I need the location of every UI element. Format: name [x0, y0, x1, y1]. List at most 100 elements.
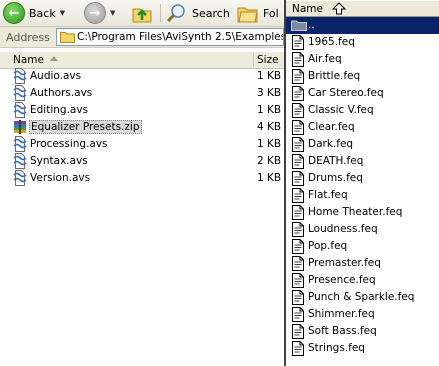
preset-file-name: Air.feq — [308, 53, 342, 65]
preset-file-row[interactable]: Presence.feq — [286, 272, 439, 289]
explorer-toolbar: ← Back ▼ → ▼ Search Fol — [0, 0, 284, 27]
column-name[interactable]: Name — [13, 54, 44, 66]
document-icon — [292, 52, 304, 67]
document-icon — [292, 188, 304, 203]
preset-file-name: Premaster.feq — [308, 257, 381, 269]
address-path: C:\Program Files\AviSynth 2.5\Examples — [77, 31, 284, 43]
file-size: 1 KB — [257, 70, 282, 82]
document-icon — [292, 120, 304, 135]
file-name: Authors.avs — [30, 87, 93, 99]
up-folder-button[interactable] — [131, 2, 153, 24]
explorer-window: ← Back ▼ → ▼ Search Fol Address C:\Progr… — [0, 0, 284, 366]
preset-file-name: Shimmer.feq — [308, 308, 375, 320]
avs-script-icon — [13, 102, 27, 118]
preset-file-row[interactable]: Home Theater.feq — [286, 204, 439, 221]
file-row[interactable]: Equalizer Presets.zip 4 KB — [0, 119, 284, 136]
file-row[interactable]: Audio.avs 1 KB — [0, 68, 284, 85]
address-label: Address — [6, 31, 50, 44]
preset-file-name: Drums.feq — [308, 172, 363, 184]
document-icon — [292, 137, 304, 152]
preset-file-row[interactable]: Brittle.feq — [286, 68, 439, 85]
parent-directory-label: .. — [308, 19, 315, 31]
document-icon — [292, 154, 304, 169]
preset-file-name: Clear.feq — [308, 121, 355, 133]
preset-file-row[interactable]: Classic V.feq — [286, 102, 439, 119]
preset-file-row[interactable]: Soft Bass.feq — [286, 323, 439, 340]
file-size: 3 KB — [257, 87, 282, 99]
document-icon — [292, 171, 304, 186]
preset-file-name: Brittle.feq — [308, 70, 361, 82]
forward-dropdown-icon[interactable]: ▼ — [110, 9, 115, 17]
preset-file-name: Punch & Sparkle.feq — [308, 291, 415, 303]
back-arrow-icon: ← — [3, 2, 25, 24]
file-size: 1 KB — [257, 172, 282, 184]
preset-file-name: 1965.feq — [308, 36, 355, 48]
file-row[interactable]: Syntax.avs 2 KB — [0, 153, 284, 170]
document-icon — [292, 290, 304, 305]
preset-file-row[interactable]: Strings.feq — [286, 340, 439, 357]
avs-script-icon — [13, 68, 27, 84]
back-button[interactable]: ← Back ▼ — [3, 2, 65, 24]
document-icon — [292, 341, 304, 356]
file-size: 2 KB — [257, 155, 282, 167]
document-icon — [292, 205, 304, 220]
file-name: Equalizer Presets.zip — [29, 120, 142, 134]
preset-file-row[interactable]: Loudness.feq — [286, 221, 439, 238]
forward-arrow-icon: → — [84, 2, 106, 24]
file-size: 4 KB — [257, 121, 282, 133]
file-row[interactable]: Editing.avs 1 KB — [0, 102, 284, 119]
preset-file-name: Home Theater.feq — [308, 206, 403, 218]
address-bar: Address C:\Program Files\AviSynth 2.5\Ex… — [0, 27, 284, 48]
preset-file-name: Strings.feq — [308, 342, 365, 354]
preset-file-row[interactable]: Air.feq — [286, 51, 439, 68]
file-list-header: Name Size — [0, 52, 284, 69]
avs-script-icon — [13, 136, 27, 152]
column-size[interactable]: Size — [257, 54, 279, 66]
search-icon — [166, 4, 185, 23]
forward-button[interactable]: → ▼ — [84, 2, 115, 24]
sort-ascending-icon — [50, 56, 58, 61]
preset-file-row[interactable]: Clear.feq — [286, 119, 439, 136]
document-icon — [292, 86, 304, 101]
panel-header: Name — [286, 1, 439, 17]
address-field[interactable]: C:\Program Files\AviSynth 2.5\Examples — [56, 28, 284, 46]
document-icon — [292, 273, 304, 288]
up-directory-icon[interactable] — [332, 2, 346, 15]
file-row[interactable]: Processing.avs 1 KB — [0, 136, 284, 153]
panel-column-name[interactable]: Name — [292, 3, 323, 15]
preset-file-name: Soft Bass.feq — [308, 325, 377, 337]
preset-file-row[interactable]: Dark.feq — [286, 136, 439, 153]
preset-file-row[interactable]: Car Stereo.feq — [286, 85, 439, 102]
preset-file-row[interactable]: 1965.feq — [286, 34, 439, 51]
avs-script-icon — [13, 170, 27, 186]
file-size: 1 KB — [257, 104, 282, 116]
preset-file-row[interactable]: Shimmer.feq — [286, 306, 439, 323]
document-icon — [292, 256, 304, 271]
search-button[interactable]: Search — [166, 2, 230, 24]
file-row[interactable]: Authors.avs 3 KB — [0, 85, 284, 102]
document-icon — [292, 35, 304, 50]
back-label: Back — [29, 6, 56, 20]
preset-file-row[interactable]: DEATH.feq — [286, 153, 439, 170]
preset-file-row[interactable]: Punch & Sparkle.feq — [286, 289, 439, 306]
preset-file-row[interactable]: Premaster.feq — [286, 255, 439, 272]
back-dropdown-icon[interactable]: ▼ — [60, 9, 65, 17]
column-divider[interactable] — [253, 53, 254, 67]
parent-directory-row[interactable]: .. — [286, 17, 439, 34]
preset-file-name: Pop.feq — [308, 240, 348, 252]
document-icon — [292, 324, 304, 339]
file-name: Processing.avs — [30, 138, 108, 150]
preset-file-row[interactable]: Drums.feq — [286, 170, 439, 187]
folders-button[interactable]: Fol — [237, 2, 279, 24]
zip-archive-icon — [13, 119, 27, 135]
preset-file-name: Presence.feq — [308, 274, 376, 286]
preset-file-row[interactable]: Pop.feq — [286, 238, 439, 255]
document-icon — [292, 69, 304, 84]
folder-icon — [60, 32, 75, 43]
preset-file-row[interactable]: Flat.feq — [286, 187, 439, 204]
file-name: Editing.avs — [30, 104, 89, 116]
file-row[interactable]: Version.avs 1 KB — [0, 170, 284, 187]
document-icon — [292, 103, 304, 118]
folder-icon — [291, 20, 307, 31]
file-name: Syntax.avs — [30, 155, 88, 167]
